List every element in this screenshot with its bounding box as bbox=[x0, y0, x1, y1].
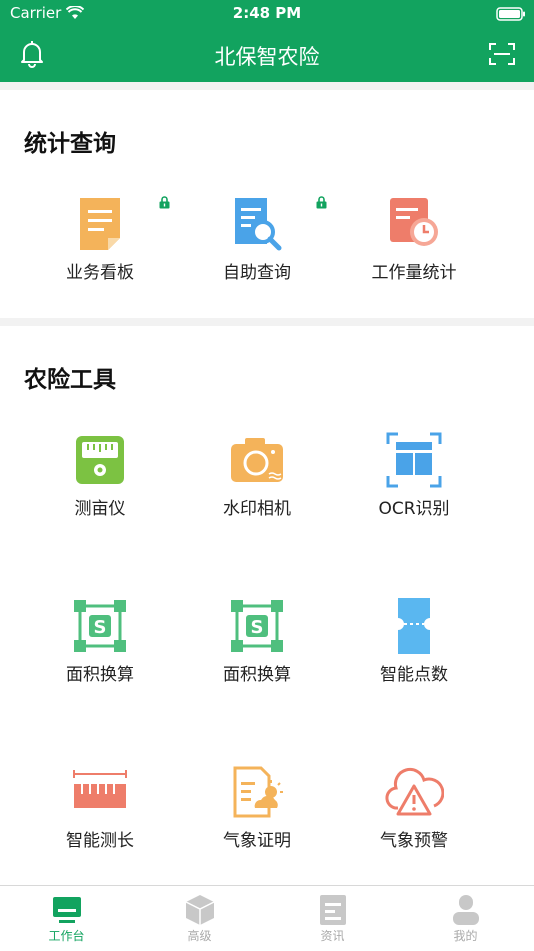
item-label: 工作量统计 bbox=[371, 263, 457, 283]
page-title: 北保智农险 bbox=[214, 45, 320, 69]
item-label: 自助查询 bbox=[223, 263, 291, 283]
status-bar: Carrier 2:48 PM bbox=[0, 0, 534, 28]
item-label: 气象证明 bbox=[223, 831, 291, 851]
ocr-item[interactable]: OCR识别 bbox=[334, 430, 494, 520]
weather-warning-icon bbox=[385, 767, 444, 816]
stats-section: 统计查询 业务看板 自助查询 工作量统计 bbox=[0, 90, 534, 318]
workload-stats-item[interactable]: 工作量统计 bbox=[334, 194, 494, 284]
news-icon bbox=[319, 895, 346, 925]
business-dashboard-item[interactable]: 业务看板 bbox=[20, 194, 180, 284]
area-convert-item[interactable]: S 面积换算 bbox=[20, 596, 180, 686]
search-document-icon bbox=[235, 198, 282, 251]
tab-mine[interactable]: 我的 bbox=[399, 886, 532, 951]
item-label: OCR识别 bbox=[378, 499, 450, 519]
scan-icon[interactable] bbox=[488, 42, 516, 70]
tab-bar: 工作台 高级 资讯 我的 bbox=[0, 885, 534, 951]
tab-advanced[interactable]: 高级 bbox=[133, 886, 266, 951]
ocr-scan-icon bbox=[386, 432, 442, 488]
weather-document-icon bbox=[233, 766, 283, 818]
clock-label: 2:48 PM bbox=[232, 4, 302, 22]
area-convert-item-2[interactable]: S 面积换算 bbox=[177, 596, 337, 686]
item-label: 面积换算 bbox=[223, 665, 291, 685]
item-label: 智能测长 bbox=[66, 831, 134, 851]
self-query-item[interactable]: 自助查询 bbox=[177, 194, 337, 284]
battery-icon bbox=[496, 6, 526, 25]
smart-count-item[interactable]: 智能点数 bbox=[334, 596, 494, 686]
weather-proof-item[interactable]: 气象证明 bbox=[177, 762, 337, 852]
ruler-icon bbox=[73, 770, 127, 808]
user-icon bbox=[452, 895, 479, 925]
item-label: 智能点数 bbox=[380, 665, 448, 685]
smart-length-item[interactable]: 智能测长 bbox=[20, 762, 180, 852]
meter-icon bbox=[76, 436, 124, 484]
clock-document-icon bbox=[390, 198, 438, 246]
camera-icon bbox=[231, 438, 283, 482]
area-convert-icon: S bbox=[74, 600, 126, 652]
tab-label: 我的 bbox=[453, 929, 478, 943]
tab-news[interactable]: 资讯 bbox=[266, 886, 399, 951]
lock-icon bbox=[158, 194, 171, 213]
weather-warning-item[interactable]: 气象预警 bbox=[334, 762, 494, 852]
tools-section-title: 农险工具 bbox=[24, 367, 116, 393]
svg-text:S: S bbox=[94, 617, 107, 638]
tab-workbench[interactable]: 工作台 bbox=[0, 886, 133, 951]
field-meter-item[interactable]: 测亩仪 bbox=[20, 430, 180, 520]
item-label: 气象预警 bbox=[380, 831, 448, 851]
item-label: 面积换算 bbox=[66, 665, 134, 685]
tab-label: 高级 bbox=[187, 929, 212, 943]
item-label: 测亩仪 bbox=[74, 499, 126, 519]
svg-text:S: S bbox=[251, 617, 264, 638]
lock-icon bbox=[315, 194, 328, 213]
count-card-icon bbox=[398, 598, 430, 654]
document-icon bbox=[80, 198, 120, 250]
desktop-icon bbox=[52, 897, 81, 923]
cube-icon bbox=[185, 895, 214, 925]
tools-section: 农险工具 测亩仪 水印相机 OCR识别 S 面积换算 S 面积换算 智能点数 智… bbox=[0, 326, 534, 886]
item-label: 业务看板 bbox=[66, 263, 134, 283]
item-label: 水印相机 bbox=[223, 499, 291, 519]
nav-bar: 北保智农险 bbox=[0, 28, 534, 82]
tab-label: 工作台 bbox=[48, 929, 85, 943]
tab-label: 资讯 bbox=[320, 929, 345, 943]
watermark-camera-item[interactable]: 水印相机 bbox=[177, 430, 337, 520]
area-convert-icon: S bbox=[231, 600, 283, 652]
stats-section-title: 统计查询 bbox=[24, 131, 116, 157]
